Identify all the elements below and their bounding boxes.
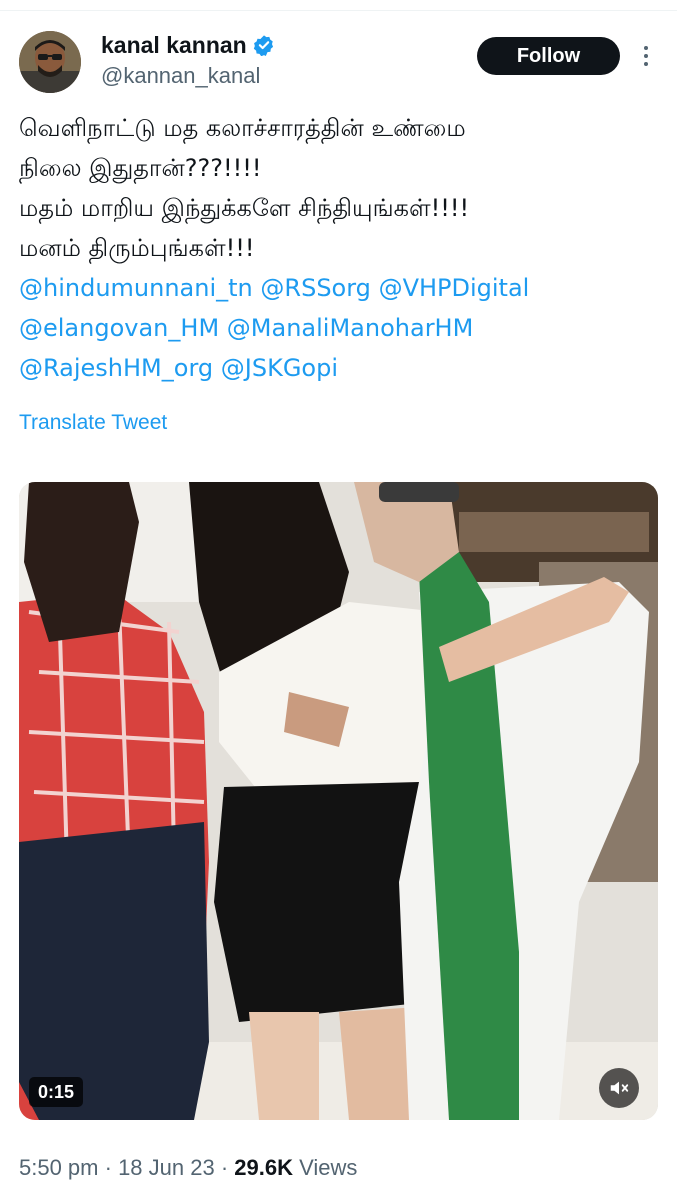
- video-player[interactable]: [19, 482, 658, 1120]
- mention-link[interactable]: @RajeshHM_org: [19, 354, 213, 382]
- mentions-line: @RajeshHM_org @JSKGopi: [19, 348, 659, 388]
- tweet-line: வெளிநாட்டு மத கலாச்சாரத்தின் உண்மை: [19, 114, 466, 142]
- tweet-text: வெளிநாட்டு மத கலாச்சாரத்தின் உண்மை நிலை …: [19, 108, 659, 388]
- verified-badge-icon: [253, 35, 273, 56]
- mentions-line: @elangovan_HM @ManaliManoharHM: [19, 308, 659, 348]
- avatar[interactable]: [19, 31, 81, 93]
- mention-link[interactable]: @VHPDigital: [379, 274, 530, 302]
- tweet-line: மனம் திரும்புங்கள்!!!: [19, 234, 255, 262]
- author-name[interactable]: kanal kannan: [101, 31, 275, 59]
- mention-link[interactable]: @ManaliManoharHM: [227, 314, 474, 342]
- author-display-name[interactable]: kanal kannan: [101, 31, 247, 59]
- speaker-muted-icon[interactable]: [599, 1068, 639, 1108]
- views-label: Views: [292, 1155, 358, 1180]
- mention-link[interactable]: @hindumunnani_tn: [19, 274, 253, 302]
- more-options-icon[interactable]: [636, 40, 656, 72]
- tweet-time[interactable]: 5:50 pm: [19, 1155, 99, 1180]
- views-count[interactable]: 29.6K: [234, 1155, 293, 1180]
- top-divider: [0, 10, 677, 11]
- more-dot: [644, 46, 648, 50]
- mention-link[interactable]: @elangovan_HM: [19, 314, 219, 342]
- video-duration: 0:15: [29, 1077, 84, 1107]
- translate-tweet-link[interactable]: Translate Tweet: [19, 411, 167, 435]
- tweet-meta: 5:50 pm · 18 Jun 23 · 29.6K Views: [19, 1154, 357, 1182]
- mention-link[interactable]: @RSSorg: [260, 274, 371, 302]
- more-dot: [644, 62, 648, 66]
- mention-link[interactable]: @JSKGopi: [221, 354, 338, 382]
- author-handle[interactable]: @kannan_kanal: [101, 62, 260, 90]
- follow-button[interactable]: Follow: [477, 37, 620, 75]
- meta-separator: ·: [98, 1155, 119, 1180]
- mentions-line: @hindumunnani_tn @RSSorg @VHPDigital: [19, 268, 659, 308]
- tweet-date[interactable]: 18 Jun 23: [118, 1155, 215, 1180]
- video-frame: [19, 482, 658, 1120]
- tweet-line: நிலை இதுதான்???!!!!: [19, 154, 262, 182]
- more-dot: [644, 54, 648, 58]
- meta-separator: ·: [214, 1155, 235, 1180]
- tweet-line: மதம் மாறிய இந்துக்களே சிந்தியுங்கள்!!!!: [19, 194, 470, 222]
